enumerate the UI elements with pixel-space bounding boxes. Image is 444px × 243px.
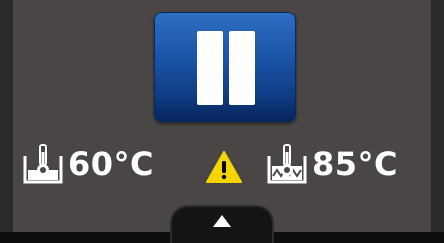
pause-icon-bar [229, 31, 255, 105]
chevron-up-icon [213, 215, 231, 227]
right-temperature-readout: 85°C [266, 140, 398, 188]
left-bezel [0, 0, 13, 243]
expand-button[interactable] [170, 205, 274, 243]
pause-button[interactable] [154, 12, 296, 122]
left-temperature-readout: 60°C [22, 140, 154, 188]
right-temperature-value: 85°C [312, 145, 399, 183]
screen-frame: 60°C 85°C [0, 0, 444, 243]
tank-thermometer-icon [23, 144, 63, 184]
right-bezel [431, 0, 444, 243]
warning-icon [206, 151, 242, 183]
heating-tank-thermometer-icon [267, 144, 307, 184]
pause-icon [197, 31, 223, 105]
left-temperature-value: 60°C [68, 145, 155, 183]
